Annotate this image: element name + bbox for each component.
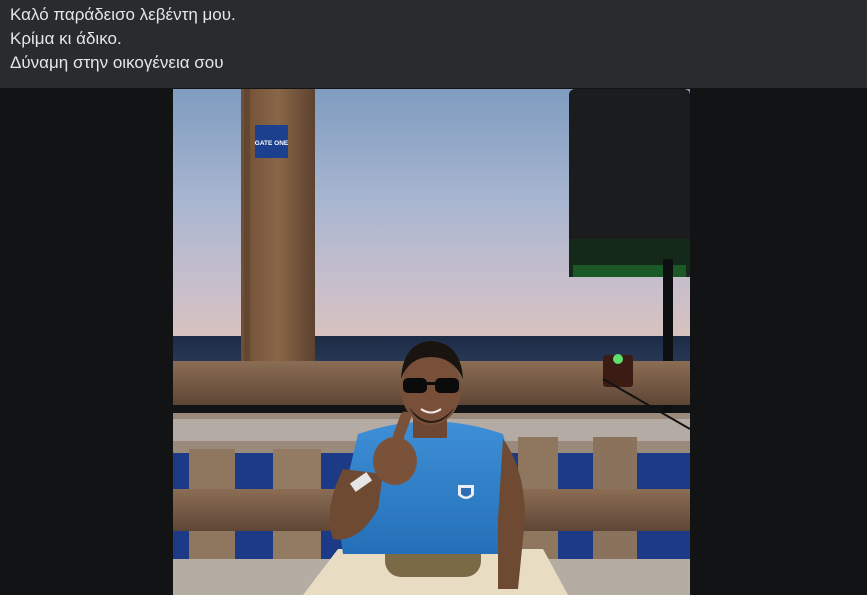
sticker-text: GATE ONE xyxy=(255,140,289,147)
caption-line-3: Δύναμη στην οικογένεια σου xyxy=(10,53,224,72)
caption-line-1: Καλό παράδεισο λεβέντη μου. xyxy=(10,5,236,24)
post-caption: Καλό παράδεισο λεβέντη μου. Κρίμα κι άδι… xyxy=(0,0,867,88)
post-photo[interactable]: GATE ONE xyxy=(173,89,690,595)
caption-line-2: Κρίμα κι άδικο. xyxy=(10,29,122,48)
photo-illustration: GATE ONE xyxy=(173,89,690,595)
post-viewer: Καλό παράδεισο λεβέντη μου. Κρίμα κι άδι… xyxy=(0,0,867,595)
